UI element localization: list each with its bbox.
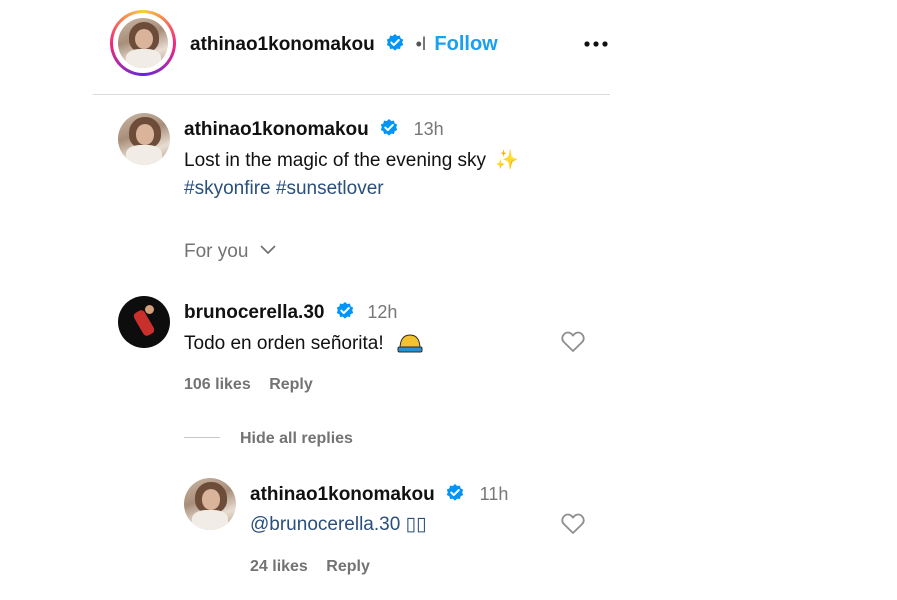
caption-text-row: Lost in the magic of the evening sky ✨ — [184, 148, 519, 172]
caption-user-row: athinao1konomakou 13h — [184, 118, 444, 141]
caption-hashtags[interactable]: #skyonfire #sunsetlover — [184, 178, 384, 200]
comment-text-row: Todo en orden señorita! — [184, 331, 423, 359]
chevron-down-icon — [260, 245, 276, 254]
comment-timestamp[interactable]: 12h — [367, 302, 397, 322]
for-you-dropdown[interactable]: For you — [184, 241, 276, 263]
header-user-row: athinao1konomakou •l Follow — [190, 33, 498, 56]
reply-like-button[interactable] — [560, 511, 586, 542]
hide-replies-button[interactable]: Hide all replies — [240, 430, 353, 448]
reply-user-row: athinao1konomakou 11h — [250, 483, 508, 506]
replies-divider-line — [184, 437, 220, 438]
comment-text: Todo en orden señorita! — [184, 333, 384, 354]
caption-timestamp[interactable]: 13h — [414, 119, 444, 139]
comment-avatar[interactable] — [118, 296, 170, 348]
comment-user-row: brunocerella.30 12h — [184, 301, 397, 324]
comment-meta-row: 106 likes Reply — [184, 376, 313, 394]
reply-likes-count[interactable]: 24 likes — [250, 558, 308, 575]
comment-username[interactable]: brunocerella.30 — [184, 302, 324, 323]
verified-badge-icon — [387, 34, 404, 51]
comment-reply-button[interactable]: Reply — [269, 376, 313, 393]
caption-username[interactable]: athinao1konomakou — [184, 119, 369, 140]
header-username[interactable]: athinao1konomakou — [190, 34, 375, 55]
sparkles-emoji-icon: ✨ — [495, 150, 520, 171]
verified-badge-icon — [447, 484, 464, 501]
caption-avatar[interactable] — [118, 113, 170, 165]
header-separator: •l — [415, 34, 426, 54]
more-options-button[interactable] — [582, 34, 610, 54]
reply-avatar[interactable] — [184, 478, 236, 530]
follow-button[interactable]: Follow — [434, 33, 497, 55]
comment-likes-count[interactable]: 106 likes — [184, 376, 251, 393]
header-avatar-story-ring[interactable] — [110, 10, 176, 76]
heart-outline-icon — [561, 331, 585, 352]
comment-like-button[interactable] — [560, 329, 586, 360]
reply-reply-button[interactable]: Reply — [326, 558, 370, 575]
for-you-label: For you — [184, 241, 249, 262]
caption-text: Lost in the magic of the evening sky — [184, 150, 487, 171]
reply-timestamp[interactable]: 11h — [480, 484, 509, 504]
verified-badge-icon — [336, 302, 354, 319]
helmet-emoji-icon — [397, 331, 423, 359]
heart-outline-icon — [561, 513, 585, 534]
reply-username[interactable]: athinao1konomakou — [250, 484, 435, 505]
header-avatar[interactable] — [118, 18, 168, 68]
reply-text[interactable]: @brunocerella.30 ▯▯ — [250, 513, 426, 536]
more-horizontal-icon — [584, 41, 608, 47]
header-divider — [93, 94, 610, 95]
reply-meta-row: 24 likes Reply — [250, 558, 370, 576]
verified-badge-icon — [381, 119, 398, 136]
